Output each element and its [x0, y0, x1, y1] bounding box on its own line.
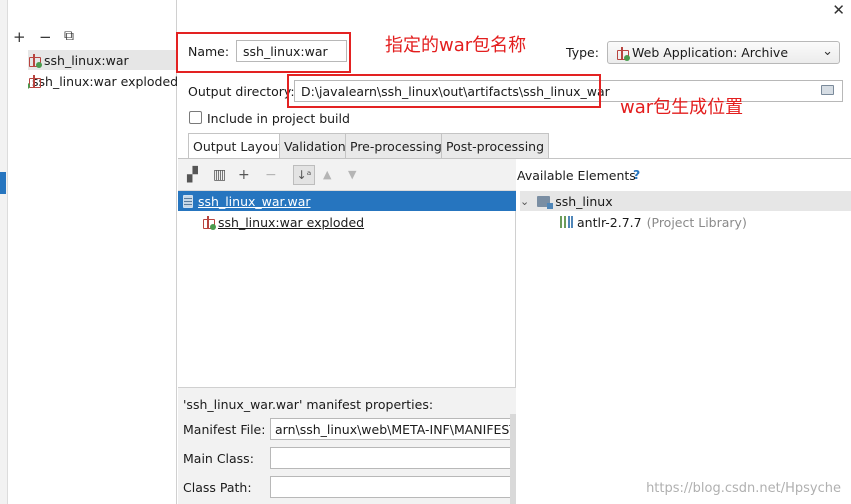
manifest-file-value: arn\ssh_linux\web\META-INF\MANIFEST.M [275, 421, 516, 437]
output-directory-label: Output directory: [188, 84, 295, 99]
available-elements-title: Available Elements [517, 168, 636, 183]
minus-icon[interactable]: − [265, 168, 277, 182]
manifest-title: 'ssh_linux_war.war' manifest properties: [183, 397, 434, 412]
annotation-name-box [176, 32, 351, 73]
create-directory-icon[interactable]: ▞ [187, 168, 198, 182]
available-library-antlr[interactable]: antlr-2.7.7 (Project Library) [560, 212, 747, 232]
manifest-file-field[interactable]: arn\ssh_linux\web\META-INF\MANIFEST.M [270, 418, 516, 440]
class-path-field[interactable] [270, 476, 516, 498]
type-select[interactable]: Web Application: Archive ⌄ [607, 41, 840, 64]
tab-pre-processing[interactable]: Pre-processing [345, 133, 447, 158]
arrow-up-icon[interactable]: ▲ [323, 168, 331, 182]
artifact-list-panel: + − ⧉ ssh_linux:war ssh_linux:war explod… [0, 0, 177, 504]
tab-label: Output Layout [193, 139, 283, 154]
module-icon [537, 195, 554, 209]
module-label: ssh_linux [555, 193, 613, 209]
annotation-name-note: 指定的war包名称 [385, 35, 527, 56]
left-gutter [0, 0, 8, 504]
tree-item-label: ssh_linux_war.war [198, 193, 311, 209]
war-artifact-icon [28, 54, 42, 68]
main-class-label: Main Class: [183, 451, 254, 466]
tab-label: Validation [284, 138, 346, 154]
type-value: Web Application: Archive [632, 45, 789, 60]
main-class-field[interactable] [270, 447, 516, 469]
manifest-scrollbar[interactable] [510, 414, 516, 504]
tab-label: Pre-processing [350, 138, 442, 154]
help-icon[interactable]: ? [633, 167, 640, 182]
plus-icon[interactable]: + [13, 29, 26, 45]
artifact-label: ssh_linux:war exploded [32, 73, 177, 89]
watermark: https://blog.csdn.net/Hpsyche [646, 481, 841, 496]
tab-label: Post-processing [446, 138, 545, 154]
include-build-checkbox[interactable] [189, 111, 202, 124]
arrow-down-icon[interactable]: ▼ [348, 168, 356, 182]
folder-icon[interactable] [821, 85, 834, 95]
war-artifact-icon [616, 46, 630, 61]
tree-item-label: ssh_linux:war exploded [218, 214, 365, 230]
artifact-item-war[interactable]: ssh_linux:war [28, 50, 177, 70]
tab-post-processing[interactable]: Post-processing [441, 133, 550, 158]
war-artifact-icon [202, 216, 216, 230]
tab-validation[interactable]: Validation [279, 133, 351, 158]
class-path-label: Class Path: [183, 480, 252, 495]
jar-icon[interactable]: ▥ [213, 168, 226, 182]
type-label: Type: [566, 45, 599, 60]
annotation-output-note: war包生成位置 [620, 97, 744, 118]
artifact-item-war-exploded[interactable]: ssh_linux:war exploded [28, 71, 177, 91]
artifact-label: ssh_linux:war [44, 52, 129, 68]
tab-output-layout[interactable]: Output Layout [188, 133, 288, 159]
close-icon[interactable]: ✕ [832, 1, 845, 19]
available-module-ssh-linux[interactable]: ⌄ ssh_linux [520, 191, 851, 211]
sort-icon[interactable]: ↓ᵃ [293, 165, 315, 185]
chevron-down-icon[interactable]: ⌄ [520, 195, 529, 208]
tree-item-war[interactable]: ssh_linux_war.war [183, 191, 311, 211]
library-label: antlr-2.7.7 [577, 214, 642, 230]
annotation-output-box [287, 74, 601, 108]
layout-toolbar [178, 159, 516, 191]
plus-icon[interactable]: + [238, 168, 250, 182]
include-build-label: Include in project build [207, 111, 350, 126]
jar-icon [183, 194, 193, 208]
library-icon [560, 216, 573, 228]
chevron-down-icon: ⌄ [822, 44, 833, 59]
tree-item-war-exploded[interactable]: ssh_linux:war exploded [202, 212, 364, 232]
manifest-file-label: Manifest File: [183, 422, 266, 437]
library-note: (Project Library) [646, 214, 747, 230]
minus-icon[interactable]: − [39, 29, 52, 45]
copy-icon[interactable]: ⧉ [64, 28, 74, 44]
gutter-selection-marker [0, 172, 6, 194]
